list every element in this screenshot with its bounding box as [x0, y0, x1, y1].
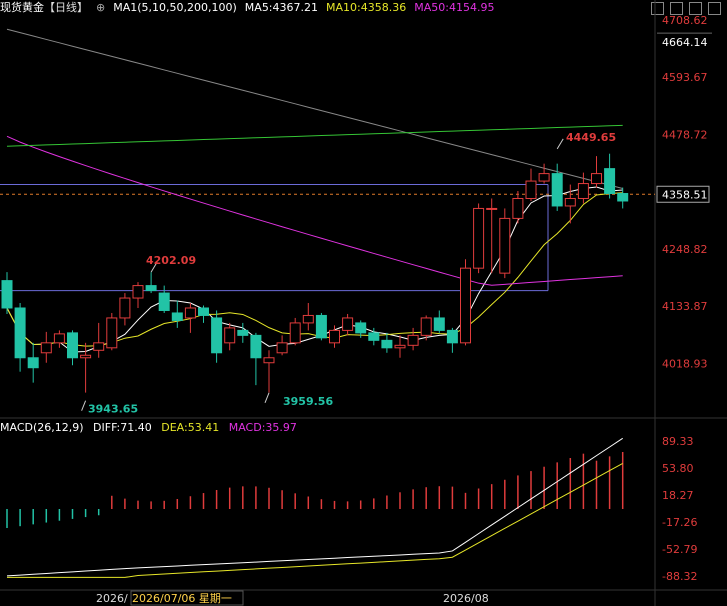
- price-tick-label: 4133.87: [662, 300, 708, 313]
- macd-tick-label: 53.80: [662, 462, 694, 475]
- price-annotation: 3943.65: [88, 403, 138, 416]
- candle-body: [27, 357, 39, 369]
- macd-header: MACD(26,12,9) DIFF:71.40 DEA:53.41 MACD:…: [0, 420, 303, 436]
- price-annotation: 4202.09: [146, 254, 196, 267]
- macd-tick-label: 89.33: [662, 435, 694, 448]
- macd-label: MACD(26,12,9): [0, 421, 84, 434]
- candle-body: [407, 334, 419, 346]
- candle-body: [381, 339, 393, 349]
- candle-body: [40, 342, 52, 354]
- candle-body: [433, 317, 445, 331]
- candle-body: [315, 314, 327, 339]
- ma50-line: [6, 135, 623, 286]
- candle-body: [289, 322, 301, 344]
- candle-body: [512, 197, 524, 219]
- candle-body: [93, 342, 105, 351]
- macd-tick-label: 18.27: [662, 489, 694, 502]
- candle-body: [617, 193, 629, 202]
- candle-body: [564, 197, 576, 207]
- candle-body: [1, 280, 13, 309]
- candle-body: [53, 333, 65, 344]
- candle-body: [591, 173, 602, 185]
- candle-body: [171, 312, 183, 321]
- price-annotation: 4449.65: [566, 131, 616, 144]
- annotation-pointer: [81, 400, 87, 411]
- ma10-line: [6, 192, 623, 347]
- candle-body: [499, 217, 511, 274]
- annotation-pointer: [556, 138, 564, 150]
- candle-body: [132, 285, 144, 299]
- candle-body: [237, 329, 249, 336]
- time-axis-label: 2026/07/06 星期一: [132, 592, 232, 605]
- macd-tick-label: -17.26: [662, 516, 697, 529]
- macd-value: MACD:35.97: [228, 421, 297, 434]
- annotation-pointer: [264, 392, 270, 404]
- candle-body: [145, 285, 157, 292]
- price-tick-label: 4358.51: [662, 188, 708, 201]
- candle-body: [14, 307, 26, 359]
- candle-body: [276, 342, 288, 354]
- candle-body: [302, 314, 314, 324]
- candle-body: [473, 207, 485, 269]
- candle-body: [184, 307, 196, 319]
- time-axis-label: 2026/08: [443, 592, 489, 605]
- price-tick-label: 4478.72: [662, 128, 708, 141]
- price-tick-label: 4593.67: [662, 71, 708, 84]
- candle-body: [263, 357, 275, 364]
- candle-body: [368, 332, 380, 341]
- candle-body: [342, 317, 354, 331]
- candle-body: [211, 317, 223, 354]
- price-tick-label: 4018.93: [662, 357, 708, 370]
- candle-body: [106, 317, 118, 349]
- candle-body: [355, 322, 367, 334]
- price-annotation: 3959.56: [283, 395, 333, 408]
- candle-body: [486, 207, 498, 210]
- ma100-line: [6, 28, 623, 190]
- candle-body: [446, 329, 458, 344]
- candle-body: [198, 307, 209, 316]
- candle-body: [420, 317, 432, 336]
- candle-body: [604, 168, 616, 195]
- candle-body: [538, 173, 550, 182]
- candle-body: [460, 267, 471, 344]
- time-axis-label: 2026/: [96, 592, 128, 605]
- candle-body: [224, 327, 236, 344]
- ma5-line: [6, 186, 623, 353]
- candle-body: [80, 354, 92, 359]
- candle-body: [250, 334, 262, 359]
- price-tick-label: 4708.62: [662, 14, 708, 27]
- candle-body: [551, 173, 563, 207]
- candle-body: [525, 180, 537, 199]
- macd-tick-label: -88.32: [662, 570, 697, 583]
- candle-body: [67, 332, 78, 359]
- candle-body: [158, 292, 170, 311]
- macd-diff: DIFF:71.40: [93, 421, 152, 434]
- candle-body: [577, 183, 589, 199]
- candle-body: [394, 344, 406, 349]
- macd-tick-label: -52.79: [662, 543, 697, 556]
- ma200-line: [6, 124, 623, 147]
- candlestick-chart[interactable]: 4708.624664.144593.674478.724363.774358.…: [0, 0, 727, 606]
- price-tick-label: 4664.14: [662, 36, 708, 49]
- candle-body: [329, 329, 340, 344]
- price-tick-label: 4248.82: [662, 243, 708, 256]
- macd-dea: DEA:53.41: [161, 421, 220, 434]
- candle-body: [119, 297, 131, 319]
